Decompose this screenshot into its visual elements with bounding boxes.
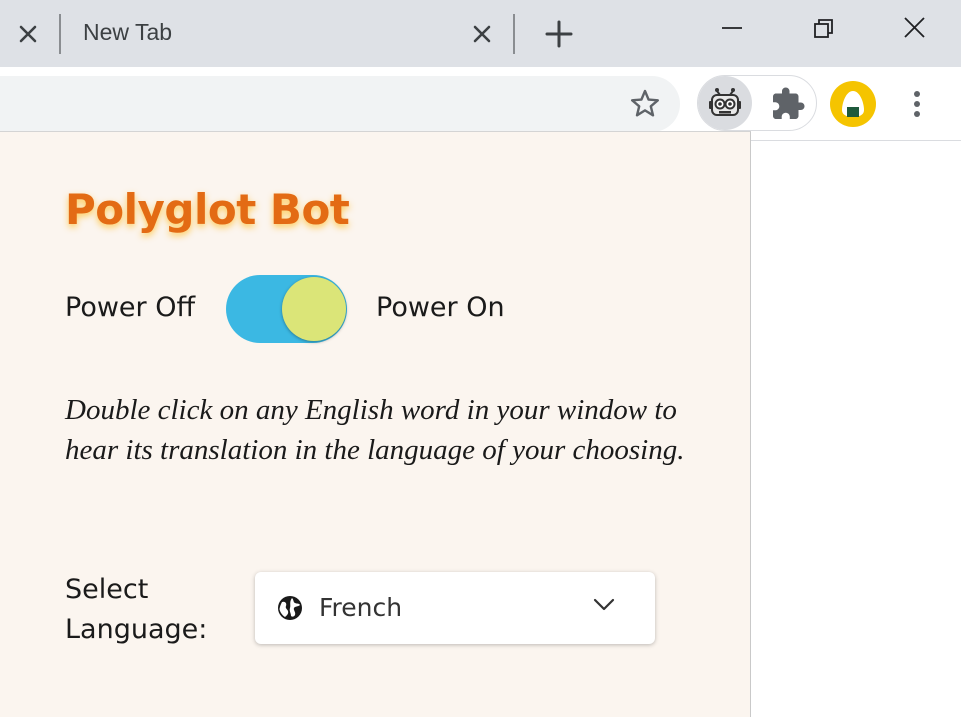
chevron-down-icon[interactable] xyxy=(591,594,617,616)
more-menu-icon[interactable] xyxy=(903,85,931,123)
globe-icon xyxy=(277,595,303,621)
language-select[interactable]: French xyxy=(255,572,655,644)
browser-toolbar xyxy=(0,67,961,141)
minimize-icon[interactable] xyxy=(715,12,749,46)
window-close-icon[interactable] xyxy=(897,12,931,46)
tab-separator xyxy=(59,14,61,54)
select-language-label: Select Language: xyxy=(65,574,208,645)
power-toggle-knob[interactable] xyxy=(282,277,346,341)
bookmark-star-icon[interactable] xyxy=(627,86,663,122)
selected-language: French xyxy=(319,593,403,622)
tab-strip: New Tab xyxy=(0,0,961,67)
power-on-label: Power On xyxy=(376,292,505,323)
popup-title: Polyglot Bot xyxy=(65,185,350,234)
tab-separator xyxy=(513,14,515,54)
close-tab-icon[interactable] xyxy=(14,20,42,48)
restore-icon[interactable] xyxy=(806,12,840,46)
profile-avatar[interactable] xyxy=(830,81,876,127)
extensions-puzzle-icon[interactable] xyxy=(770,86,806,122)
tab-title[interactable]: New Tab xyxy=(83,19,172,46)
new-tab-plus-icon[interactable] xyxy=(542,17,576,51)
extension-popup: Polyglot Bot Power Off Power On Double c… xyxy=(0,131,751,717)
polyglot-bot-extension-robot-icon[interactable] xyxy=(698,76,752,130)
address-bar[interactable] xyxy=(0,76,680,132)
instructions-text: Double click on any English word in your… xyxy=(65,394,685,466)
close-tab-icon[interactable] xyxy=(468,20,496,48)
power-off-label: Power Off xyxy=(65,292,196,323)
